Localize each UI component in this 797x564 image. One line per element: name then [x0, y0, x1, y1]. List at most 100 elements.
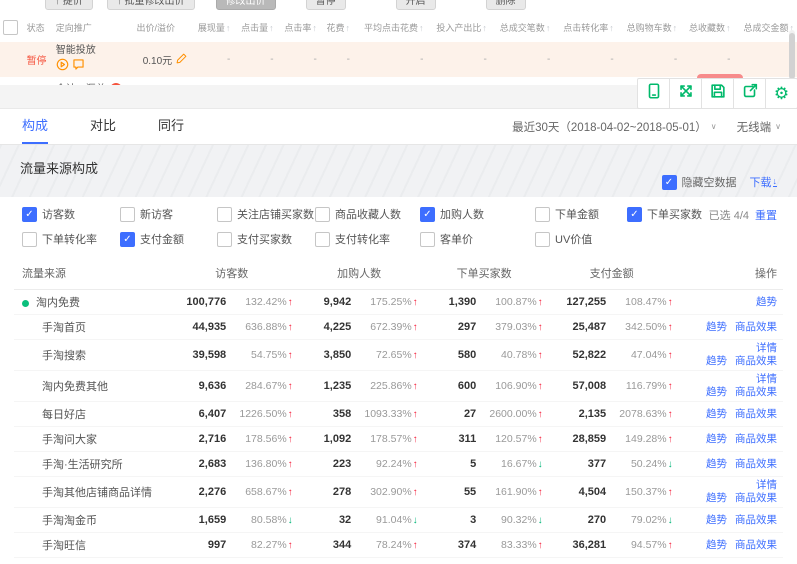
select-all-checkbox[interactable]: ✓ [3, 20, 18, 35]
metric-label: 加购人数 [440, 206, 484, 222]
checkbox-icon[interactable]: ✓ [315, 232, 330, 247]
product-effect-link[interactable]: 商品效果 [735, 514, 777, 526]
ad-col-6[interactable]: 花费↑ [320, 13, 353, 42]
checkbox-icon[interactable]: ✓ [22, 232, 37, 247]
ad-action-button[interactable]: 暂停 [306, 0, 346, 10]
tab-对比[interactable]: 对比 [90, 109, 116, 144]
checkbox-icon[interactable]: ✓ [535, 232, 550, 247]
metric-label: 访客数 [42, 206, 75, 222]
ad-col-7[interactable]: 平均点击花费↑ [353, 13, 427, 42]
toolbar-settings-button[interactable]: ⚙ [765, 78, 797, 109]
toolbar-fullscreen-button[interactable] [669, 78, 702, 109]
checkbox-icon[interactable]: ✓ [627, 207, 642, 222]
metric-value: 278 [297, 477, 356, 508]
product-effect-link[interactable]: 商品效果 [735, 539, 777, 551]
metric-checkbox-item[interactable]: ✓支付买家数 [217, 231, 315, 247]
checkbox-icon[interactable]: ✓ [217, 232, 232, 247]
checkbox-icon[interactable]: ✓ [22, 207, 37, 222]
product-effect-link[interactable]: 商品效果 [735, 492, 777, 504]
ad-toolbar: ↑ 提价 ↑ 批量修改出价 修改出价 暂停 开启 删除 [45, 0, 526, 10]
trend-link[interactable]: 趋势 [706, 433, 727, 445]
metric-percent: 342.50%↑ [610, 315, 676, 340]
metric-percent: 78.24%↑ [355, 533, 421, 558]
ad-col-9[interactable]: 总成交笔数↑ [490, 13, 553, 42]
metric-label: 下单买家数 [647, 206, 702, 222]
ad-col-4[interactable]: 点击量↑ [233, 13, 276, 42]
checkbox-icon[interactable]: ✓ [315, 207, 330, 222]
toolbar-share-button[interactable] [733, 78, 766, 109]
ad-col-10[interactable]: 点击转化率↑ [553, 13, 616, 42]
ad-action-button[interactable]: 开启 [396, 0, 436, 10]
percent-text: 175.25% [370, 296, 411, 308]
product-effect-link[interactable]: 商品效果 [735, 321, 777, 333]
ad-action-button[interactable]: 删除 [486, 0, 526, 10]
trend-link[interactable]: 趋势 [706, 408, 727, 420]
title-band: 流量来源构成 ✓ 隐藏空数据 下载↓ [0, 145, 797, 197]
metric-percent: 284.67%↑ [230, 371, 296, 402]
metric-checkbox-item[interactable]: ✓关注店铺买家数 [217, 206, 315, 222]
metric-checkbox-item[interactable]: ✓ 访客数 [22, 206, 120, 222]
product-effect-link[interactable]: 商品效果 [735, 458, 777, 470]
checkbox-icon[interactable]: ✓ [120, 207, 135, 222]
ad-col-8[interactable]: 投入产出比↑ [426, 13, 489, 42]
detail-link[interactable]: 详情 [756, 342, 777, 354]
terminal-selector[interactable]: 无线端 ∨ [737, 119, 781, 135]
date-range-selector[interactable]: 最近30天（2018-04-02~2018-05-01） ∨ [512, 119, 717, 135]
ad-col-11[interactable]: 总购物车数↑ [617, 13, 680, 42]
ad-col-5[interactable]: 点击率↑ [277, 13, 320, 42]
checkbox-icon[interactable]: ✓ [120, 232, 135, 247]
product-effect-link[interactable]: 商品效果 [735, 408, 777, 420]
trend-link[interactable]: 趋势 [706, 539, 727, 551]
trend-link[interactable]: 趋势 [706, 514, 727, 526]
metric-checkbox-item[interactable]: ✓下单金额 [535, 206, 627, 222]
row-actions: 趋势商品效果 [677, 508, 783, 533]
hide-empty-checkbox[interactable]: ✓ [662, 175, 677, 190]
trend-link[interactable]: 趋势 [756, 296, 777, 308]
edit-icon[interactable] [176, 56, 187, 67]
arrow-up-icon: ↑ [413, 297, 418, 308]
metric-checkbox-item[interactable]: ✓UV价值 [535, 231, 627, 247]
ad-col-12[interactable]: 总收藏数↑ [680, 13, 733, 42]
product-effect-link[interactable]: 商品效果 [735, 386, 777, 398]
metric-percent: 132.42%↑ [230, 290, 296, 315]
ad-action-button[interactable]: ↑ 提价 [45, 0, 93, 10]
detail-link[interactable]: 详情 [756, 373, 777, 385]
download-link[interactable]: 下载↓ [750, 174, 778, 190]
tab-同行[interactable]: 同行 [158, 109, 184, 144]
trend-link[interactable]: 趋势 [706, 355, 727, 367]
metric-percent: 161.90%↑ [480, 477, 546, 508]
ad-col-13[interactable]: 总成交金额↑ [733, 13, 797, 42]
reset-link[interactable]: 重置 [755, 210, 777, 222]
trend-link[interactable]: 趋势 [706, 321, 727, 333]
arrow-down-icon: ↓ [668, 459, 673, 470]
trend-link[interactable]: 趋势 [706, 386, 727, 398]
checkbox-icon[interactable]: ✓ [535, 207, 550, 222]
metric-checkbox-item[interactable]: ✓下单转化率 [22, 231, 120, 247]
metric-checkbox-item[interactable]: ✓新访客 [120, 206, 217, 222]
arrow-up-icon: ↑ [538, 434, 543, 445]
arrow-up-icon: ↑ [668, 487, 673, 498]
trend-link[interactable]: 趋势 [706, 458, 727, 470]
metric-checkbox-item[interactable]: ✓商品收藏人数 [315, 206, 420, 222]
metric-checkbox-item[interactable]: ✓支付金额 [120, 231, 217, 247]
metric-checkbox-item[interactable]: ✓ 加购人数 [420, 206, 535, 222]
ad-col-3[interactable]: 展现量↑ [190, 13, 233, 42]
ad-action-button[interactable]: 修改出价 [216, 0, 276, 10]
selection-info: 已选 4/4重置 [709, 207, 777, 223]
metric-checkbox-item[interactable]: ✓支付转化率 [315, 231, 420, 247]
checkbox-icon[interactable]: ✓ [420, 232, 435, 247]
detail-link[interactable]: 详情 [756, 479, 777, 491]
product-effect-link[interactable]: 商品效果 [735, 433, 777, 445]
ad-action-button[interactable]: ↑ 批量修改出价 [107, 0, 195, 10]
metric-percent: 178.56%↑ [230, 427, 296, 452]
tab-构成[interactable]: 构成 [22, 109, 48, 144]
scrollbar-thumb[interactable] [789, 33, 795, 79]
metric-checkbox-item[interactable]: ✓客单价 [420, 231, 535, 247]
metric-percent: 83.33%↑ [480, 533, 546, 558]
toolbar-save-button[interactable] [701, 78, 734, 109]
checkbox-icon[interactable]: ✓ [217, 207, 232, 222]
product-effect-link[interactable]: 商品效果 [735, 355, 777, 367]
trend-link[interactable]: 趋势 [706, 492, 727, 504]
toolbar-mobile-button[interactable] [637, 78, 670, 109]
checkbox-icon[interactable]: ✓ [420, 207, 435, 222]
